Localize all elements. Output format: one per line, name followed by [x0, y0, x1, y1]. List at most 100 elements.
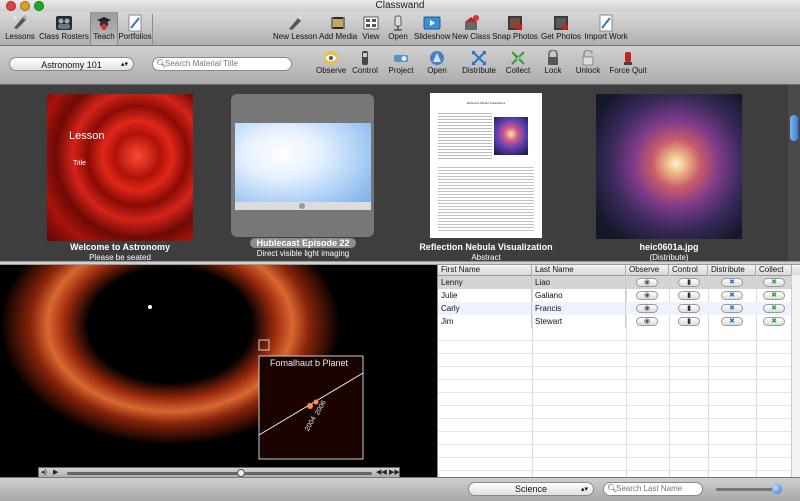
toolbar-import-work-button[interactable]: Import Work [584, 12, 628, 45]
table-row[interactable]: Jim Stewart ◉ ▮ ✖ ✖ [438, 315, 800, 328]
project-button[interactable]: Project [386, 49, 416, 83]
observe-label: Observe [316, 66, 347, 75]
observe-student-button[interactable]: ◉ [636, 317, 658, 326]
unlock-label: Unlock [575, 66, 601, 75]
distribute-icon: ✖ [729, 318, 735, 325]
toolbar-view-button[interactable]: View [360, 12, 382, 45]
toolbar-add-media-label: Add Media [319, 32, 358, 41]
document-text-lines [438, 111, 492, 159]
observe-student-button[interactable]: ◉ [636, 278, 658, 287]
control-student-button[interactable]: ▮ [678, 278, 700, 287]
column-header-distribute[interactable]: Distribute [708, 265, 756, 275]
observe-student-button[interactable]: ◉ [636, 291, 658, 300]
distribute-student-button[interactable]: ✖ [721, 291, 743, 300]
material-title: heic0601a.jpg [639, 242, 699, 252]
column-header-collect[interactable]: Collect [756, 265, 792, 275]
observe-button[interactable]: Observe [316, 49, 346, 83]
toolbar-get-photos-label: Get Photos [540, 32, 582, 41]
grid-line [438, 405, 800, 406]
table-row[interactable]: Carly Francis ◉ ▮ ✖ ✖ [438, 302, 800, 315]
unlock-button[interactable]: Unlock [575, 49, 601, 83]
table-row[interactable]: Lenny Liao ◉ ▮ ✖ ✖ [438, 276, 800, 289]
collect-button[interactable]: Collect [504, 49, 532, 83]
zoom-slider[interactable] [716, 484, 782, 494]
class-select[interactable]: Astronomy 101 ▴▾ [9, 57, 134, 71]
slideshow-icon [423, 14, 441, 32]
force-quit-button[interactable]: Force Quit [609, 49, 647, 83]
slide-heading: Lesson [69, 130, 105, 142]
last-name-search-input[interactable]: 🔍︎ Search Last Name [603, 482, 703, 496]
control-student-button[interactable]: ▮ [678, 304, 700, 313]
subject-select-value: Science [514, 484, 548, 494]
distribute-button[interactable]: Distribute [461, 49, 497, 83]
gallery-scroll-thumb[interactable] [790, 115, 798, 141]
toolbar-slideshow-button[interactable]: Slideshow [414, 12, 450, 45]
grid-line [438, 457, 800, 458]
distribute-student-button[interactable]: ✖ [721, 278, 743, 287]
material-tile[interactable]: Lesson Title Welcome to Astronomy Please… [47, 94, 193, 262]
image-viewer: Fomalhaut b Planet 2006 2004 [0, 265, 437, 477]
toolbar-slideshow-label: Slideshow [414, 32, 451, 41]
table-scrollbar[interactable] [791, 275, 800, 477]
playback-scrubber[interactable] [237, 469, 245, 477]
material-tile[interactable]: Reflection Nebula Visualization Reflecti… [419, 93, 553, 262]
fomalhaut-image [0, 265, 364, 460]
column-header-last-name[interactable]: Last Name [532, 265, 626, 275]
control-icon [357, 50, 373, 66]
first-name-cell: Lenny [438, 276, 532, 289]
material-tile[interactable]: heic0601a.jpg (Distribute) [596, 94, 742, 262]
toolbar-teach-button[interactable]: Teach [90, 12, 118, 45]
subject-select[interactable]: Science ▴▾ [468, 482, 594, 496]
toolbar-view-label: View [362, 32, 380, 41]
distribute-student-button[interactable]: ✖ [721, 304, 743, 313]
playback-track[interactable] [67, 472, 372, 475]
toolbar-new-class-button[interactable]: New Class [452, 12, 490, 45]
bottom-bar: Science ▴▾ 🔍︎ Search Last Name [0, 477, 800, 501]
zoom-slider-knob[interactable] [772, 484, 782, 494]
toolbar-portfolios-button[interactable]: Portfolios [117, 12, 153, 45]
lock-button[interactable]: Lock [542, 49, 564, 83]
grid-line [438, 444, 800, 445]
last-name-cell: Stewart [532, 315, 626, 328]
toolbar-teach-label: Teach [93, 32, 115, 41]
project-icon [393, 50, 409, 66]
collect-student-button[interactable]: ✖ [763, 291, 785, 300]
new-class-icon [462, 14, 480, 32]
toolbar-class-rosters-button[interactable]: Class Rosters [39, 12, 89, 45]
collect-student-button[interactable]: ✖ [763, 278, 785, 287]
last-name-cell: Francis [532, 302, 626, 315]
column-header-control[interactable]: Control [669, 265, 708, 275]
distribute-student-button[interactable]: ✖ [721, 317, 743, 326]
observe-student-button[interactable]: ◉ [636, 304, 658, 313]
control-button[interactable]: Control [350, 49, 380, 83]
material-search-placeholder: Search Material Title [165, 59, 238, 68]
toolbar-open-button[interactable]: Open [386, 12, 410, 45]
column-header-first-name[interactable]: First Name [438, 265, 532, 275]
column-header-observe[interactable]: Observe [626, 265, 669, 275]
toolbar-lessons-button[interactable]: Lessons [4, 12, 36, 45]
video-controller-strip [235, 202, 371, 210]
grid-line [438, 392, 800, 393]
observe-icon: ◉ [643, 292, 651, 299]
student-table: First Name Last Name Observe Control Dis… [437, 265, 800, 477]
document-body-lines [438, 165, 534, 231]
open-action-button[interactable]: Open [424, 49, 450, 83]
table-row[interactable]: Julie Galiano ◉ ▮ ✖ ✖ [438, 289, 800, 302]
material-search-input[interactable]: 🔍︎ Search Material Title [152, 57, 292, 71]
video-thumbnail [235, 123, 371, 210]
toolbar-new-lesson-button[interactable]: New Lesson [273, 12, 317, 45]
toolbar-snap-photos-button[interactable]: Snap Photos [492, 12, 538, 45]
gallery-scrollbar[interactable] [788, 85, 800, 261]
toolbar-add-media-button[interactable]: Add Media [319, 12, 357, 45]
material-tile[interactable]: Hublecast Episode 22 Direct visible ligh… [235, 123, 371, 258]
open-action-label: Open [427, 66, 447, 75]
window-title: Classwand [375, 0, 425, 11]
toolbar-snap-photos-label: Snap Photos [492, 32, 538, 41]
collect-student-button[interactable]: ✖ [763, 317, 785, 326]
collect-student-button[interactable]: ✖ [763, 304, 785, 313]
control-student-button[interactable]: ▮ [678, 317, 700, 326]
control-student-button[interactable]: ▮ [678, 291, 700, 300]
toolbar-get-photos-button[interactable]: Get Photos [540, 12, 582, 45]
observe-icon [323, 50, 339, 66]
observe-icon: ◉ [643, 279, 651, 286]
